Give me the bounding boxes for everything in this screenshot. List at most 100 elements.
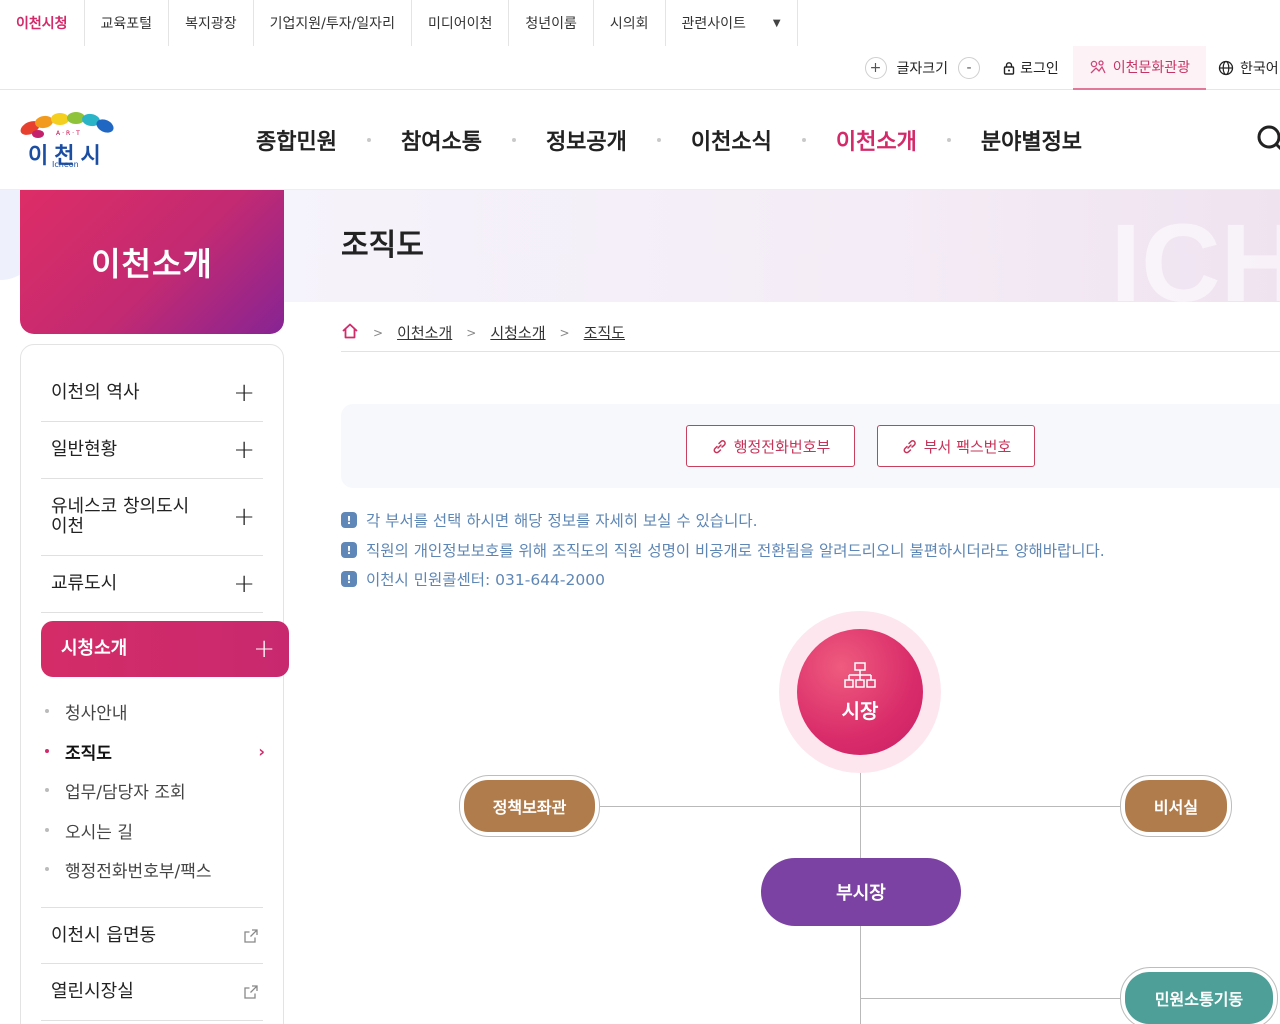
breadcrumb-city-hall[interactable]: 시청소개 <box>490 322 545 343</box>
culture-tourism-link[interactable]: 이천문화관광 <box>1072 46 1206 90</box>
related-sites-dropdown[interactable]: 관련사이트 ▼ <box>666 0 798 46</box>
org-chart-icon <box>844 661 876 688</box>
site-tab-business[interactable]: 기업지원/투자/일자리 <box>254 0 412 46</box>
notice-text: 직원의 개인정보보호를 위해 조직도의 직원 성명이 비공개로 전환됨을 알려드… <box>366 542 1105 560</box>
sidebar-item-label: 일반현황 <box>51 439 118 460</box>
chevron-right-icon: › <box>258 741 265 761</box>
lock-icon <box>1003 62 1015 75</box>
subnav-phone-directory[interactable]: 행정전화번호부/팩스 <box>45 858 265 882</box>
org-node-mayor[interactable]: 시장 <box>797 629 923 755</box>
org-connector-branch <box>861 998 1121 999</box>
phone-directory-button[interactable]: 행정전화번호부 <box>686 425 855 467</box>
home-icon <box>342 323 358 338</box>
org-node-secretary-frame: 비서실 <box>1120 775 1232 837</box>
link-icon <box>903 439 916 453</box>
page-banner: ICH <box>284 190 1280 302</box>
menu-separator <box>801 138 806 142</box>
culture-icon <box>1090 60 1106 74</box>
subnav-directions[interactable]: 오시는 길 <box>45 819 265 843</box>
notice-privacy: ! 직원의 개인정보보호를 위해 조직도의 직원 성명이 비공개로 전환됨을 알… <box>341 539 1105 561</box>
search-button[interactable] <box>1254 122 1280 158</box>
banner-watermark: ICH <box>1110 202 1280 302</box>
org-node-secretary[interactable]: 비서실 <box>1125 780 1227 832</box>
menu-separator <box>656 138 661 142</box>
gnb-participation[interactable]: 참여소통 <box>401 124 482 156</box>
culture-label: 이천문화관광 <box>1112 60 1190 76</box>
subnav-staff-search[interactable]: 업무/담당자 조회 <box>45 779 265 803</box>
site-tab-media[interactable]: 미디어이천 <box>412 0 510 46</box>
gnb-news[interactable]: 이천소식 <box>691 124 772 156</box>
top-utility-bar: 이천시청 교육포털 복지광장 기업지원/투자/일자리 미디어이천 청년이룸 시의… <box>0 0 1280 90</box>
gnb-civil-service[interactable]: 종합민원 <box>256 124 337 156</box>
font-decrease-button[interactable]: - <box>958 57 981 79</box>
utility-menu: + 글자크기 - 로그인 이천문화관광 한국어 <box>864 46 1280 90</box>
sidebar-item-districts[interactable]: 이천시 읍면동 <box>41 907 263 964</box>
language-selector[interactable]: 한국어 <box>1218 58 1280 78</box>
mayor-label: 시장 <box>841 698 879 723</box>
gnb-field-info[interactable]: 분야별정보 <box>981 124 1082 156</box>
org-node-vice-mayor[interactable]: 부시장 <box>761 858 961 926</box>
menu-separator <box>946 138 951 142</box>
sidebar-item-unesco[interactable]: 유네스코 창의도시 이천 + <box>41 479 263 556</box>
gnb-information[interactable]: 정보공개 <box>546 124 627 156</box>
bullet-icon <box>45 867 49 871</box>
chevron-right-icon: > <box>373 325 384 340</box>
bullet-icon <box>45 828 49 832</box>
subnav-label: 행정전화번호부/팩스 <box>65 861 212 882</box>
sidebar-nav: 이천의 역사 + 일반현황 + 유네스코 창의도시 이천 + 교류도시 + 시청… <box>20 344 289 1024</box>
page-title: 조직도 <box>341 228 424 263</box>
login-link[interactable]: 로그인 <box>1002 58 1059 78</box>
plus-icon: + <box>233 378 255 408</box>
subnav-org-chart[interactable]: 조직도 › <box>45 740 265 764</box>
sidebar-item-label: 열린시장실 <box>51 981 134 1002</box>
fax-number-label: 부서 팩스번호 <box>923 437 1012 456</box>
bullet-icon <box>45 709 49 713</box>
external-link-icon <box>244 928 258 943</box>
sidebar-item-status[interactable]: 일반현황 + <box>41 422 263 479</box>
icheon-logo[interactable]: A·R·T 이천시 Icheon <box>16 110 120 172</box>
globe-icon <box>1218 60 1234 76</box>
breadcrumb-org-chart[interactable]: 조직도 <box>584 322 625 343</box>
link-icon <box>713 439 726 453</box>
notice-text: 이천시 민원콜센터: 031-644-2000 <box>366 571 605 589</box>
site-tabs: 이천시청 교육포털 복지광장 기업지원/투자/일자리 미디어이천 청년이룸 시의… <box>0 0 798 46</box>
breadcrumb: > 이천소개 > 시청소개 > 조직도 <box>341 314 1280 352</box>
notice-select-dept: ! 각 부서를 선택 하시면 해당 정보를 자세히 보실 수 있습니다. <box>341 509 758 531</box>
sidebar-item-label: 시청소개 <box>61 638 128 659</box>
sidebar-item-label: 이천의 역사 <box>51 382 140 403</box>
site-tab-council[interactable]: 시의회 <box>594 0 666 46</box>
font-size-label: 글자크기 <box>896 61 949 77</box>
fax-number-button[interactable]: 부서 팩스번호 <box>877 425 1035 467</box>
font-increase-button[interactable]: + <box>864 57 887 79</box>
subnav-building[interactable]: 청사안내 <box>45 700 265 724</box>
plus-icon: + <box>253 634 275 664</box>
org-node-civil-comm[interactable]: 민원소통기동 <box>1125 972 1273 1024</box>
subnav-label: 조직도 <box>65 743 112 764</box>
sidebar-title: 이천소개 <box>91 245 213 283</box>
quick-buttons-box: 행정전화번호부 부서 팩스번호 <box>341 404 1280 488</box>
external-link-icon <box>244 985 258 999</box>
site-tab-education[interactable]: 교육포털 <box>85 0 170 46</box>
subnav-label: 청사안내 <box>65 703 128 724</box>
site-tab-welfare[interactable]: 복지광장 <box>169 0 254 46</box>
sidebar-item-history[interactable]: 이천의 역사 + <box>41 365 263 422</box>
bullet-icon <box>45 749 49 753</box>
subnav-label: 업무/담당자 조회 <box>65 782 186 803</box>
site-tab-youth[interactable]: 청년이룸 <box>509 0 594 46</box>
alert-icon: ! <box>341 542 357 558</box>
sidebar-item-open-mayor[interactable]: 열린시장실 <box>41 964 263 1021</box>
sidebar-title-box: 이천소개 <box>20 190 284 334</box>
sidebar-item-city-hall[interactable]: 시청소개 + <box>41 621 289 677</box>
gnb-about[interactable]: 이천소개 <box>836 124 917 156</box>
sidebar-item-label: 유네스코 창의도시 이천 <box>51 496 190 537</box>
org-node-civil-comm-frame: 민원소통기동 <box>1120 967 1278 1024</box>
breadcrumb-about[interactable]: 이천소개 <box>397 322 452 343</box>
org-node-policy-advisor[interactable]: 정책보좌관 <box>464 780 595 832</box>
chevron-right-icon: > <box>466 325 477 340</box>
plus-icon: + <box>233 435 255 465</box>
site-tab-icheon[interactable]: 이천시청 <box>0 0 85 46</box>
search-icon <box>1257 125 1280 151</box>
sidebar-item-sister-cities[interactable]: 교류도시 + <box>41 556 263 613</box>
chevron-right-icon: > <box>559 325 570 340</box>
home-link[interactable] <box>341 322 359 344</box>
